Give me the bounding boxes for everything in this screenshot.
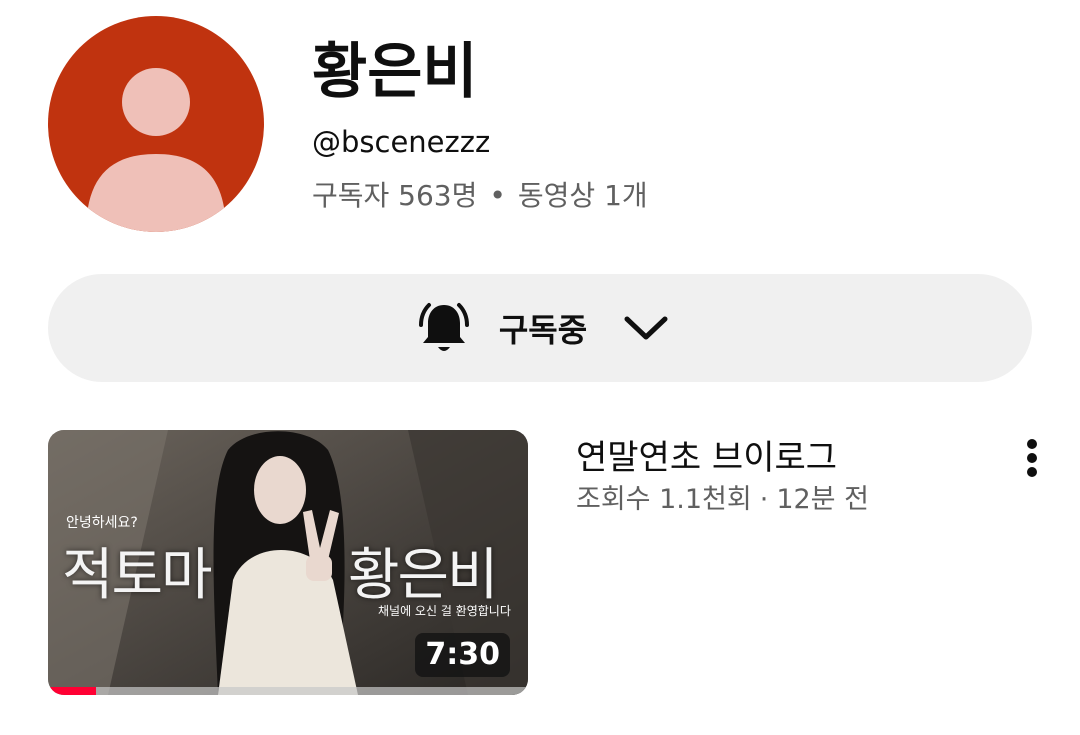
video-thumbnail[interactable]: 안녕하세요? 적토마 황은비 채널에 오신 걸 환영합니다 7:30 [48,430,528,695]
bell-icon [418,303,469,351]
meta-separator: · [759,484,769,515]
thumbnail-left-title: 적토마 [62,543,213,608]
video-count: 동영상 1개 [517,179,648,212]
video-menu-button[interactable] [1012,436,1052,480]
chevron-down-icon [624,316,668,340]
channel-name: 황은비 [312,37,478,107]
video-title[interactable]: 연말연초 브이로그 [576,436,837,480]
channel-page: 황은비 @bscenezzz 구독자 563명 • 동영상 1개 구독중 안녕하… [0,0,1080,735]
video-duration-badge: 7:30 [415,633,510,677]
channel-handle: @bscenezzz [312,125,491,159]
view-count: 조회수 1.1천회 [576,484,752,515]
channel-stats: 구독자 563명 • 동영상 1개 [312,178,648,214]
thumbnail-welcome: 채널에 오신 걸 환영합니다 [378,604,511,618]
more-vert-icon [1027,439,1037,477]
thumbnail-right-title: 황은비 [348,543,499,608]
video-metadata: 조회수 1.1천회 · 12분 전 [576,482,869,518]
thumbnail-greeting: 안녕하세요? [66,515,138,531]
subscribed-button[interactable]: 구독중 [48,274,1032,382]
subscriber-count: 구독자 563명 [312,179,478,212]
subscribe-button-label: 구독중 [498,311,588,349]
watch-progress-track [48,687,528,695]
watch-progress-fill [48,687,96,695]
upload-age: 12분 전 [776,484,869,515]
channel-avatar[interactable] [48,16,264,232]
stats-separator: • [489,179,506,212]
default-avatar-icon [48,16,264,232]
